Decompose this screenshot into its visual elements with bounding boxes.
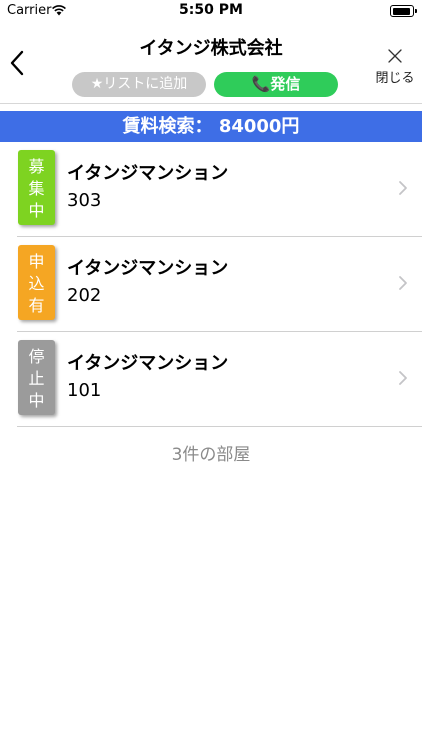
list-item-room-101[interactable]: 停 止 中 イタンジマンション 101	[17, 332, 422, 427]
room-number: 303	[67, 190, 102, 211]
building-name: イタンジマンション	[67, 258, 229, 279]
chevron-right-icon	[399, 181, 407, 195]
building-name: イタンジマンション	[67, 163, 229, 184]
room-number: 202	[67, 285, 102, 306]
room-list: 募 集 中 イタンジマンション 303 申 込 有 イタンジマンション 202 …	[17, 142, 422, 427]
nav-header: イタンジ株式会社 ★リストに追加 📞発信 閉じる	[0, 24, 422, 104]
chevron-right-icon	[399, 276, 407, 290]
add-to-list-button[interactable]: ★リストに追加	[72, 72, 206, 97]
page-title: イタンジ株式会社	[139, 38, 283, 59]
rent-search-banner: 賃料検索： 84000円	[0, 111, 422, 142]
status-badge: 停 止 中	[18, 340, 55, 415]
list-item-room-303[interactable]: 募 集 中 イタンジマンション 303	[17, 142, 422, 237]
status-bar: Carrier 5:50 PM	[0, 0, 422, 24]
chevron-right-icon	[399, 371, 407, 385]
building-name: イタンジマンション	[67, 353, 229, 374]
room-count-label: 3件の部屋	[171, 445, 251, 465]
list-item-room-202[interactable]: 申 込 有 イタンジマンション 202	[17, 237, 422, 332]
close-label: 閉じる	[375, 71, 415, 86]
status-badge: 募 集 中	[18, 150, 55, 225]
close-icon	[388, 49, 402, 63]
call-button[interactable]: 📞発信	[214, 72, 338, 97]
clock: 5:50 PM	[179, 2, 243, 18]
close-button[interactable]: 閉じる	[370, 44, 420, 94]
battery-icon	[390, 5, 417, 17]
room-number: 101	[67, 380, 102, 401]
status-badge: 申 込 有	[18, 245, 55, 320]
